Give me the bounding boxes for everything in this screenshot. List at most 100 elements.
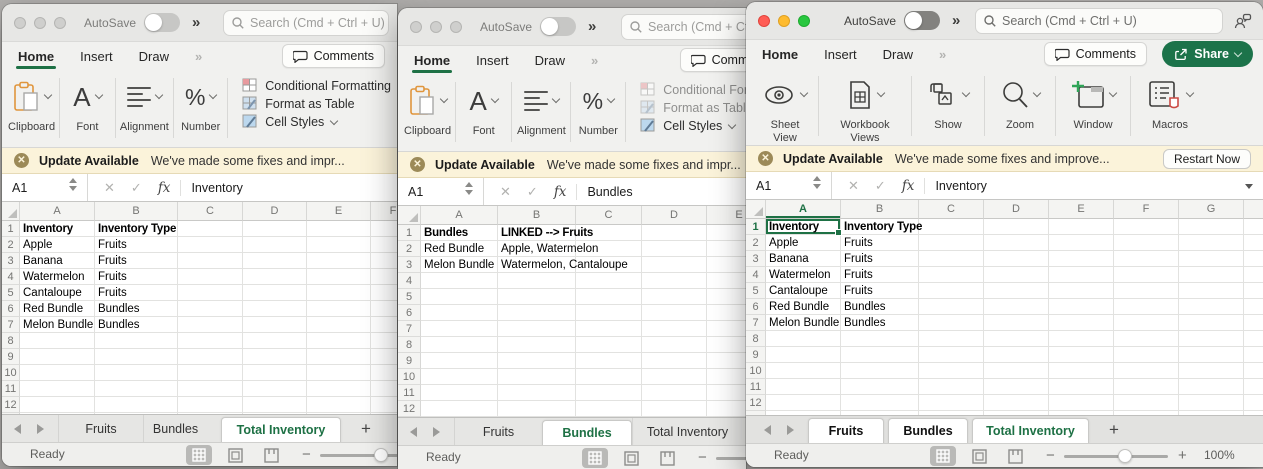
grid-cell[interactable] — [576, 369, 642, 385]
cancel-icon[interactable]: ✕ — [500, 184, 511, 200]
grid-cell[interactable] — [1049, 315, 1114, 331]
zoom-out-button[interactable]: − — [698, 449, 707, 466]
zoom-slider-thumb[interactable] — [1118, 449, 1133, 463]
grid-cell[interactable] — [1179, 379, 1244, 395]
cell-styles-button[interactable]: Cell Styles — [640, 118, 746, 133]
grid-cell[interactable] — [984, 251, 1049, 267]
conditional-formatting-button[interactable]: Conditional Formatting — [640, 82, 746, 97]
grid-cell[interactable] — [1049, 331, 1114, 347]
grid-cell[interactable] — [307, 285, 371, 301]
sheet-nav-arrows[interactable] — [764, 424, 794, 435]
row-header[interactable]: 1 — [398, 225, 421, 241]
grid-cell[interactable] — [95, 381, 178, 397]
grid-cell[interactable] — [984, 219, 1049, 235]
clipboard-group[interactable]: Clipboard — [404, 80, 451, 138]
grid-cell[interactable] — [178, 253, 243, 269]
grid-cell[interactable] — [371, 381, 397, 397]
grid-cell[interactable] — [371, 253, 397, 269]
normal-view-button[interactable] — [582, 448, 608, 468]
grid-cell[interactable] — [576, 353, 642, 369]
grid-cell[interactable] — [919, 315, 984, 331]
grid-cell[interactable] — [20, 365, 95, 381]
zoom-slider[interactable] — [716, 457, 746, 460]
add-sheet-button[interactable]: + — [355, 419, 377, 439]
grid-cell[interactable] — [371, 237, 397, 253]
grid-cell[interactable] — [307, 317, 371, 333]
sheet-view-group[interactable]: Sheet View — [756, 74, 814, 145]
grid-cell[interactable] — [707, 225, 746, 241]
excel-window-total-inventory-front[interactable]: AutoSave » Search (Cmd + Ctrl + U) Home … — [746, 2, 1263, 467]
column-header-A[interactable]: A — [421, 206, 498, 225]
add-sheet-button[interactable]: + — [1103, 420, 1125, 440]
grid-cell[interactable] — [707, 273, 746, 289]
zoom-group[interactable]: Zoom — [989, 74, 1051, 132]
grid-cell[interactable] — [307, 349, 371, 365]
formula-value[interactable]: Bundles — [587, 185, 632, 199]
grid-cell[interactable] — [1049, 219, 1114, 235]
tab-home[interactable]: Home — [762, 40, 798, 68]
row-header[interactable]: 2 — [746, 235, 766, 251]
grid-cell[interactable] — [642, 385, 707, 401]
row-header[interactable]: 3 — [2, 253, 20, 269]
comments-button[interactable]: Comments — [281, 44, 385, 68]
alignment-group[interactable]: Alignment — [516, 80, 566, 138]
sheet-tab-fruits[interactable]: Fruits — [808, 417, 884, 443]
name-box-stepper[interactable] — [813, 176, 821, 189]
page-break-view-button[interactable] — [1002, 446, 1028, 466]
sheet-tab-bundles[interactable]: Bundles — [143, 415, 207, 442]
select-all-corner[interactable] — [398, 206, 421, 225]
comments-button[interactable]: Comments — [679, 48, 746, 72]
font-group[interactable]: A Font — [460, 80, 507, 138]
formula-bar-expand-icon[interactable] — [1245, 184, 1253, 189]
grid-cell[interactable]: Bundles — [95, 317, 178, 333]
grid-cell[interactable] — [707, 241, 746, 257]
grid-cell[interactable] — [1114, 363, 1179, 379]
grid-cell[interactable] — [498, 273, 576, 289]
excel-window-bundles-middle[interactable]: AutoSave » Search (Cmd + Ctrl + U) Home … — [398, 8, 746, 469]
autosave-toggle[interactable] — [144, 13, 181, 32]
grid-cell[interactable] — [178, 237, 243, 253]
grid-cell[interactable] — [642, 353, 707, 369]
name-box-stepper[interactable] — [69, 178, 77, 191]
grid-cell[interactable] — [421, 369, 498, 385]
row-header[interactable]: 6 — [746, 299, 766, 315]
row-header[interactable]: 6 — [2, 301, 20, 317]
tab-overflow-icon[interactable]: » — [939, 47, 946, 62]
grid-cell[interactable] — [1179, 219, 1244, 235]
font-group[interactable]: A Font — [64, 76, 111, 134]
grid-cell[interactable] — [1179, 347, 1244, 363]
grid-cell[interactable] — [1179, 235, 1244, 251]
zoom-in-button[interactable]: + — [1178, 447, 1187, 464]
grid-cell[interactable] — [707, 305, 746, 321]
grid-cell[interactable] — [1179, 395, 1244, 411]
number-group[interactable]: % Number — [178, 76, 223, 134]
grid-cell[interactable]: Apple, Watermelon — [498, 241, 598, 257]
grid-cell[interactable] — [1049, 379, 1114, 395]
column-header-A[interactable]: A — [20, 202, 95, 221]
grid-cell[interactable] — [178, 221, 243, 237]
grid-cell[interactable] — [20, 381, 95, 397]
tab-insert[interactable]: Insert — [824, 40, 857, 68]
enter-icon[interactable]: ✓ — [527, 184, 538, 200]
grid-cell[interactable] — [1049, 267, 1114, 283]
grid-cell[interactable] — [243, 317, 307, 333]
cancel-icon[interactable]: ✕ — [104, 180, 115, 196]
grid-cell[interactable] — [307, 381, 371, 397]
grid-cell[interactable] — [576, 289, 642, 305]
normal-view-button[interactable] — [930, 446, 956, 466]
grid-cell[interactable] — [576, 321, 642, 337]
grid-cell[interactable] — [243, 301, 307, 317]
grid-cell[interactable] — [642, 225, 707, 241]
grid-cell[interactable] — [707, 353, 746, 369]
format-as-table-button[interactable]: Format as Table — [640, 100, 746, 115]
grid-cell[interactable] — [841, 395, 919, 411]
page-break-view-button[interactable] — [258, 445, 284, 465]
tab-draw[interactable]: Draw — [139, 42, 169, 70]
row-header[interactable]: 5 — [2, 285, 20, 301]
window-controls[interactable] — [14, 16, 66, 29]
tab-overflow-icon[interactable]: » — [195, 49, 202, 64]
grid-cell[interactable] — [307, 237, 371, 253]
grid-cell[interactable] — [642, 257, 707, 273]
row-header[interactable]: 4 — [398, 273, 421, 289]
row-header[interactable]: 1 — [746, 219, 766, 235]
